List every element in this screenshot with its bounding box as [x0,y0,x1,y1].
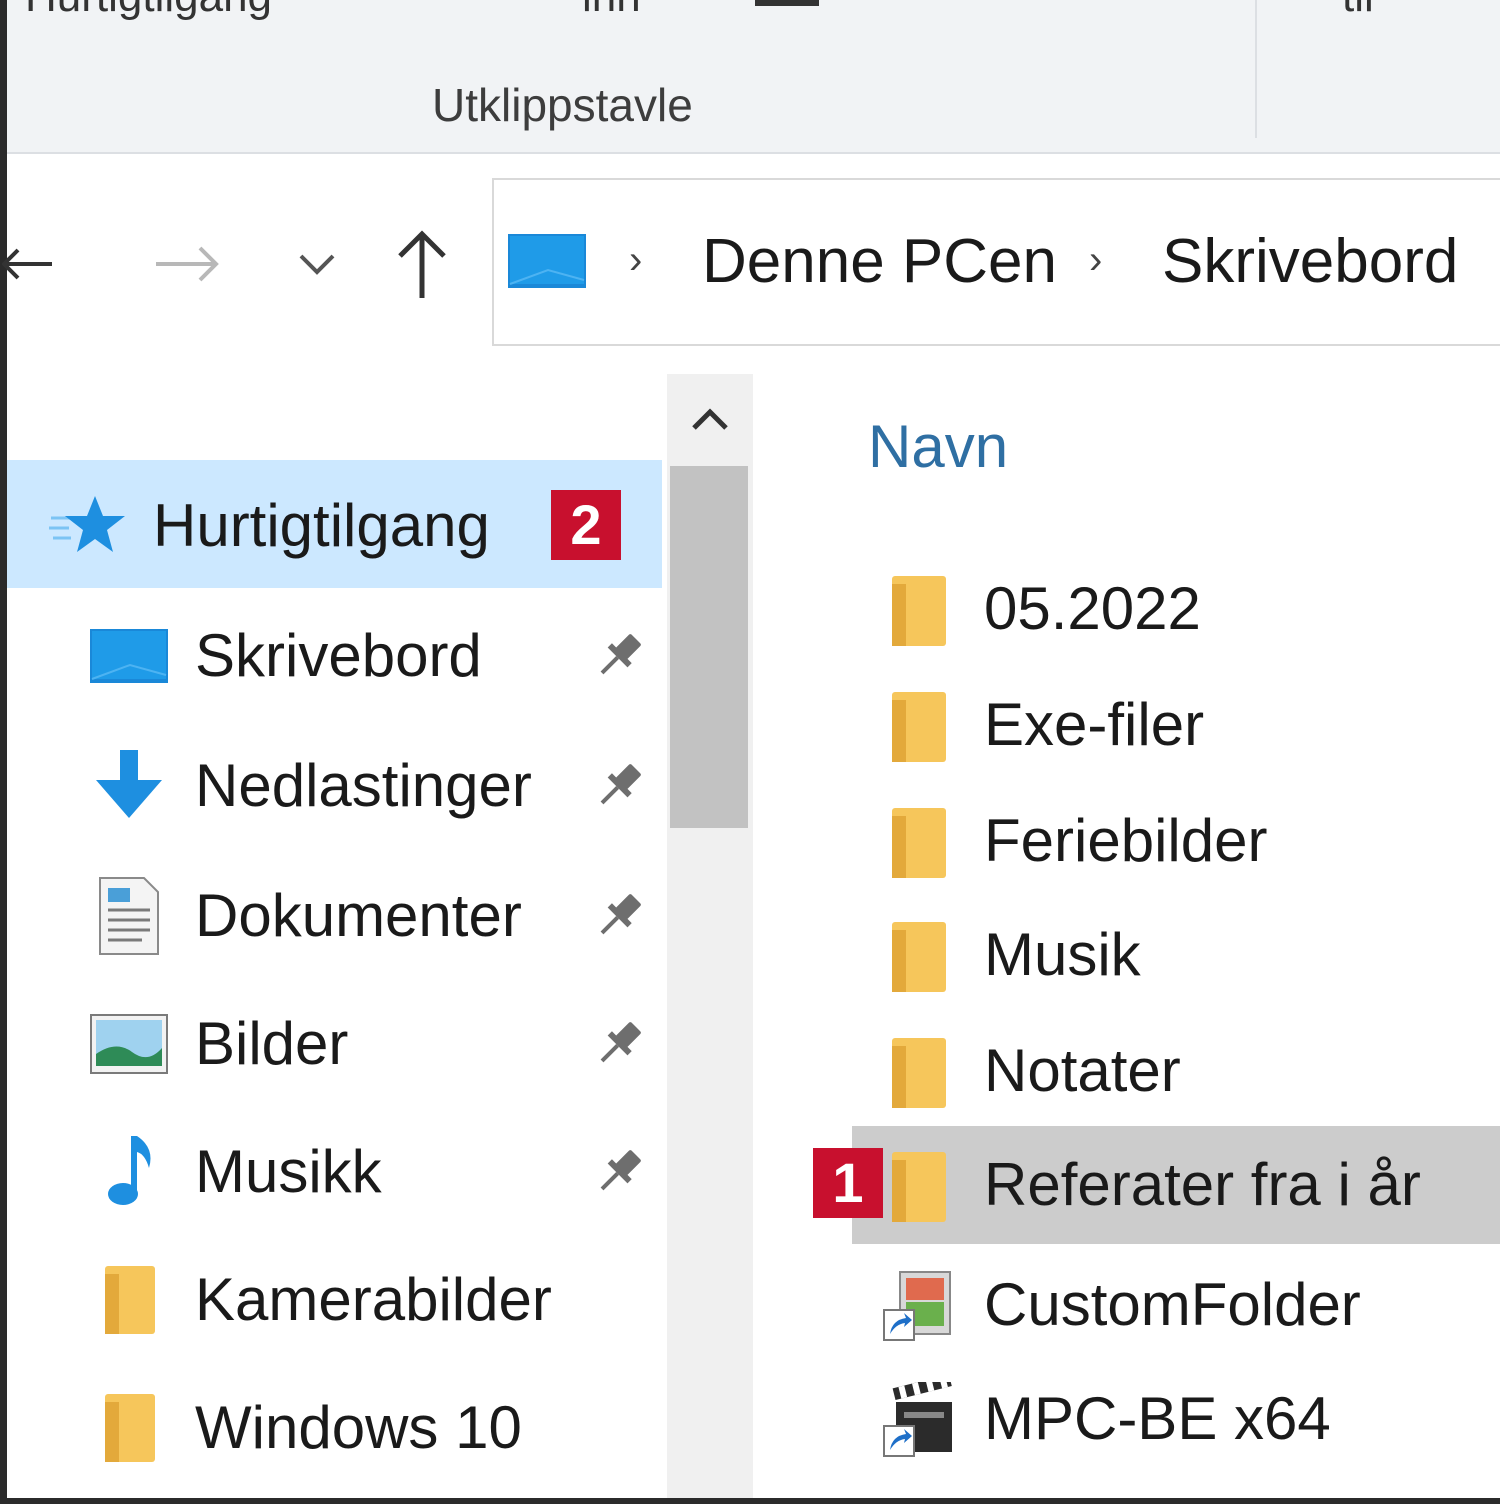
pin-icon[interactable] [591,1016,647,1072]
this-pc-icon [508,234,586,288]
sidebar-item-label: Bilder [195,1010,349,1077]
video-shortcut-icon [883,1382,952,1457]
file-list-item[interactable]: Exe-filer [852,666,1500,784]
pin-icon[interactable] [591,758,647,814]
scroll-thumb[interactable] [670,466,748,828]
breadcrumb-item[interactable]: Skrivebord [1162,226,1458,297]
sidebar-item-windows-10[interactable]: Windows 10 [7,1362,662,1490]
callout-badge: 2 [551,490,621,560]
sidebar-item-pictures[interactable]: Bilder [7,978,662,1106]
column-header-name[interactable]: Navn [868,412,1008,481]
file-name: Notater [984,1037,1181,1104]
sidebar-item-downloads[interactable]: Nedlastinger [7,720,662,848]
ribbon: Hurtigtilgang inn til Utklippstavle [7,0,1500,154]
pictures-icon [89,1012,169,1076]
file-list-item[interactable]: Feriebilder [852,782,1500,900]
forward-arrow-icon [156,246,219,282]
up-button[interactable] [387,224,457,304]
scroll-up-button[interactable] [667,374,753,464]
file-name: 05.2022 [984,575,1201,642]
chevron-down-icon [299,254,335,275]
folder-icon [892,576,946,646]
callout-badge: 1 [813,1148,883,1218]
folder-icon [892,922,946,992]
folder-icon [892,1152,946,1222]
recent-locations-button[interactable] [287,224,347,304]
desktop-icon [89,624,169,688]
navigation-pane-scrollbar[interactable] [667,374,753,1498]
folder-icon [892,808,946,878]
document-icon [89,877,169,955]
sidebar-item-label: Dokumenter [195,882,522,949]
up-arrow-icon [398,230,446,298]
ribbon-command-label[interactable]: inn [582,0,641,22]
ribbon-command-label[interactable]: Hurtigtilgang [25,0,272,22]
sidebar-item-documents[interactable]: Dokumenter [7,850,662,978]
chevron-up-icon [692,408,728,430]
sidebar-item-label: Kamerabilder [195,1266,552,1333]
breadcrumb-chevron-icon[interactable]: › [1089,238,1102,283]
download-icon [89,750,169,818]
file-list-item[interactable]: CustomFolder [852,1246,1500,1364]
folder-icon [892,692,946,762]
ribbon-icon-fragment [755,0,819,6]
address-bar[interactable]: › Denne PCen › Skrivebord [492,178,1500,346]
sidebar-item-camera-roll[interactable]: Kamerabilder [7,1234,662,1362]
file-name: MPC-BE x64 [984,1385,1331,1452]
sidebar-item-label: Musikk [195,1138,382,1205]
window-border-bottom [0,1498,1500,1504]
file-name: Exe-filer [984,691,1205,758]
file-list-item[interactable]: 05.2022 [852,550,1500,668]
sidebar-item-label: Skrivebord [195,622,482,689]
sidebar-item-label: Nedlastinger [195,752,532,819]
file-name: Musik [984,921,1141,988]
file-list-item[interactable]: MPC-BE x64 [852,1360,1500,1478]
breadcrumb-chevron-icon[interactable]: › [629,238,642,283]
star-icon [47,494,127,558]
file-list-item[interactable]: Musik [852,896,1500,1014]
pin-icon[interactable] [591,888,647,944]
breadcrumb-item[interactable]: Denne PCen [702,226,1057,297]
ribbon-group-label: Utklippstavle [432,79,693,131]
sidebar-item-desktop[interactable]: Skrivebord [7,590,662,718]
shortcut-icon [883,1271,951,1341]
sidebar-item-music[interactable]: Musikk [7,1106,662,1234]
folder-icon [89,1266,169,1334]
file-name: Feriebilder [984,807,1268,874]
file-name: CustomFolder [984,1271,1361,1338]
forward-button[interactable] [147,224,227,304]
file-list-item-selected[interactable]: Referater fra i år [852,1126,1500,1244]
folder-icon [89,1394,169,1462]
file-name: Referater fra i år [984,1151,1421,1218]
music-icon [89,1136,169,1205]
sidebar-item-quick-access[interactable]: Hurtigtilgang 2 [7,460,662,588]
sidebar-item-label: Hurtigtilgang [153,492,490,559]
ribbon-command-label[interactable]: til [1342,0,1374,22]
pin-icon[interactable] [591,628,647,684]
pin-icon[interactable] [591,1144,647,1200]
file-list: Navn 05.2022 Exe-filer Feriebilder Musik [760,364,1500,1498]
folder-icon [892,1038,946,1108]
back-arrow-icon [2,248,52,280]
navigation-bar: › Denne PCen › Skrivebord [2,154,1500,364]
back-button[interactable] [0,224,67,304]
sidebar-item-label: Windows 10 [195,1394,522,1461]
ribbon-group-separator [1255,0,1257,138]
file-list-item[interactable]: Notater [852,1012,1500,1130]
navigation-pane: Hurtigtilgang 2 Skrivebord Nedlastinger … [7,364,667,1498]
